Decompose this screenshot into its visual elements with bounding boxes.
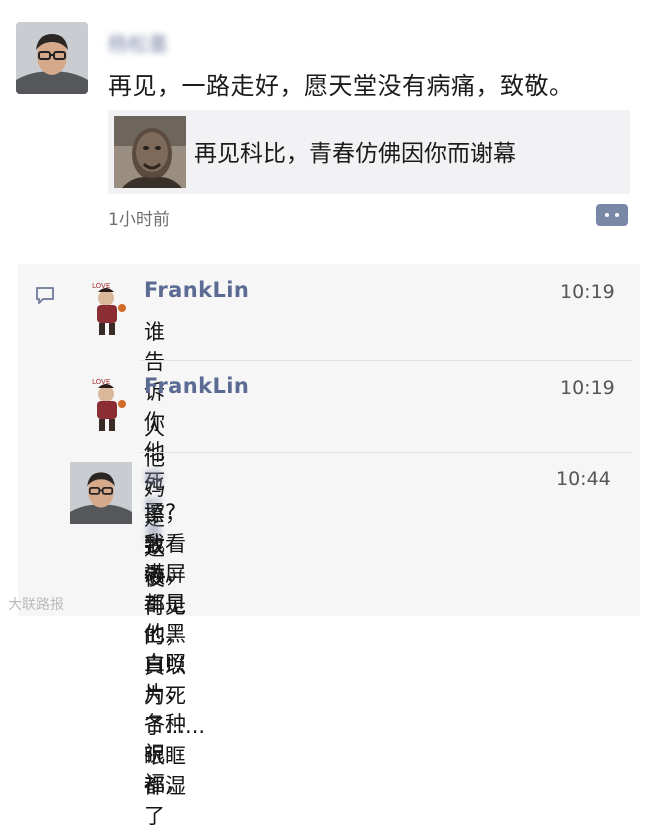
- comment-text-line-3: ......: [144, 562, 179, 583]
- comment-time: 10:44: [556, 468, 611, 490]
- commenter-name[interactable]: FrankLin: [144, 374, 249, 398]
- comment-time: 10:19: [560, 281, 615, 303]
- divider: [140, 360, 632, 361]
- dot-icon: [615, 213, 619, 217]
- link-title: 再见科比，青春仿佛因你而谢幕: [194, 141, 516, 167]
- commenter-avatar[interactable]: LOVE: [86, 374, 132, 434]
- commenter-avatar[interactable]: [70, 462, 132, 524]
- link-thumbnail: [114, 116, 186, 188]
- comment-icon: [34, 284, 56, 306]
- author-name[interactable]: 杨松墨: [108, 28, 168, 57]
- commenter-name[interactable]: FrankLin: [144, 278, 249, 302]
- post-text: 再见，一路走好，愿天堂没有病痛，致敬。: [108, 72, 574, 100]
- author-avatar[interactable]: [16, 22, 88, 94]
- post-timestamp: 1小时前: [108, 210, 170, 230]
- commenter-avatar[interactable]: LOVE: [86, 278, 132, 338]
- more-options-button[interactable]: [596, 204, 628, 226]
- divider: [140, 452, 632, 453]
- watermark: 大联路报: [8, 597, 64, 613]
- comment-time: 10:19: [560, 377, 615, 399]
- dot-icon: [605, 213, 609, 217]
- shared-link-card[interactable]: 再见科比，青春仿佛因你而谢幕: [108, 110, 630, 194]
